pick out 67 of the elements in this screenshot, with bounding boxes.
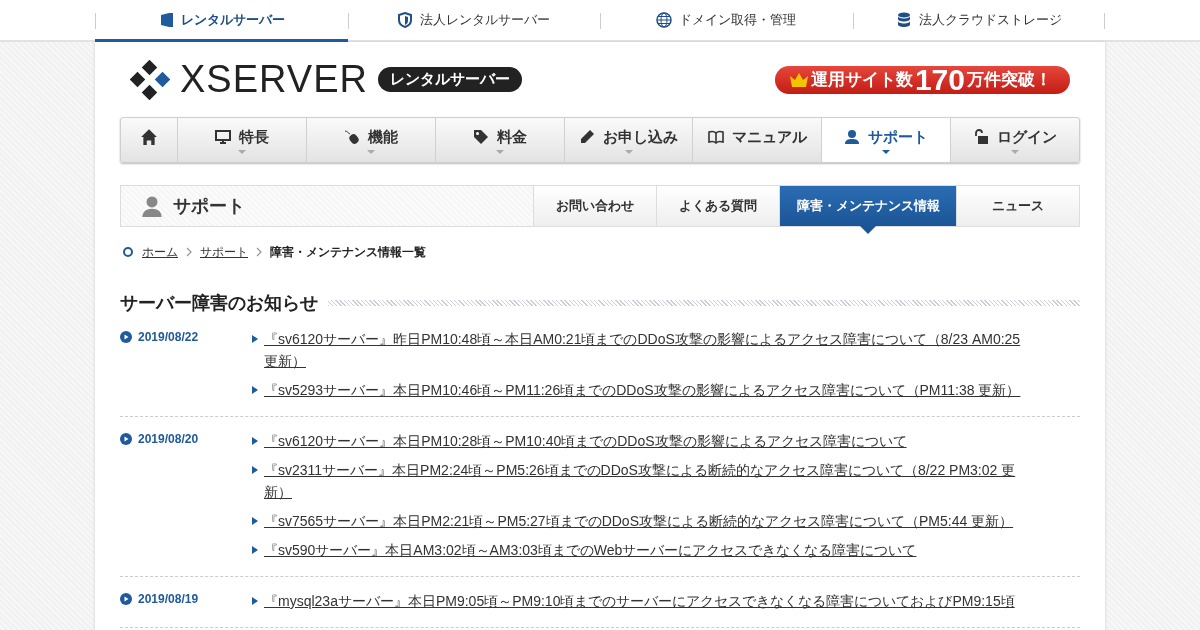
caret-icon <box>495 150 504 154</box>
shield-icon <box>397 11 414 28</box>
logo-text[interactable]: XSERVER <box>180 58 368 101</box>
triangle-icon <box>252 386 258 394</box>
monitor-icon <box>214 129 231 145</box>
nav-tab[interactable]: 料金 <box>434 118 564 162</box>
notice-link[interactable]: 『mysql23aサーバー』本日PM9:05頃～PM9:10頃までのサーバーにアクセスできなくなる障害についておよびPM9:15頃 <box>264 590 1034 612</box>
caret-icon <box>1011 150 1020 154</box>
breadcrumb-link[interactable]: ホーム <box>142 243 178 261</box>
chevron-icon <box>256 247 262 257</box>
site-tab[interactable]: ドメイン取得・管理 <box>600 0 853 42</box>
notice-link[interactable]: 『sv2311サーバー』本日PM2:24頃～PM5:26頃までのDDoS攻撃による断続的なアクセス障害について（8/22 PM3:02 更新） <box>264 459 1034 503</box>
promo-banner[interactable]: 運用サイト数 170万件突破！ <box>774 65 1070 94</box>
play-circle-icon <box>120 593 132 605</box>
site-tab[interactable]: 法人クラウドストレージ <box>852 0 1105 42</box>
mouse-icon <box>343 129 360 145</box>
triangle-icon <box>252 597 258 605</box>
person-icon <box>844 129 861 145</box>
product-badge: レンタルサーバー <box>377 67 522 92</box>
nav-tab[interactable]: 機能 <box>305 118 435 162</box>
notice-link[interactable]: 『sv590サーバー』本日AM3:02頃～AM3:03頃までのWebサーバーにアクセスできなくなる障害について <box>264 539 1034 561</box>
triangle-icon <box>252 466 258 474</box>
globe-icon <box>656 11 673 28</box>
book-icon <box>707 129 724 145</box>
pointer-icon <box>860 226 876 234</box>
triangle-icon <box>252 437 258 445</box>
section-tab[interactable]: ニュース <box>956 186 1079 226</box>
breadcrumb-current: 障害・メンテナンス情報一覧 <box>270 243 426 261</box>
chevron-icon <box>186 247 192 257</box>
caret-icon <box>624 150 633 154</box>
notice-link[interactable]: 『sv7565サーバー』本日PM2:21頃～PM5:27頃までのDDoS攻撃による断続的なアクセス障害について（PM5:44 更新） <box>264 510 1034 532</box>
site-tab[interactable]: 法人レンタルサーバー <box>347 0 600 42</box>
play-circle-icon <box>120 433 132 445</box>
person-icon <box>141 195 163 217</box>
breadcrumb-link[interactable]: サポート <box>200 243 248 261</box>
nav-tab[interactable]: お申し込み <box>563 118 693 162</box>
date-text: 2019/08/20 <box>138 431 199 448</box>
notice-link[interactable]: 『sv6120サーバー』昨日PM10:48頃～本日AM0:21頃までのDDoS攻撃の影響によるアクセス障害について（8/23 AM0:25 更新） <box>264 328 1034 372</box>
caret-icon <box>882 150 891 154</box>
promo-text: 万件突破！ <box>967 69 1052 91</box>
promo-text: 運用サイト数 <box>810 69 913 91</box>
caret-icon <box>366 150 375 154</box>
padlock-icon <box>973 129 990 145</box>
triangle-icon <box>252 546 258 554</box>
date-text: 2019/08/19 <box>138 591 199 608</box>
pencil-icon <box>579 129 595 145</box>
triangle-icon <box>252 335 258 343</box>
section-title: サポート <box>173 195 245 218</box>
database-icon <box>895 11 912 28</box>
diamond-logo-icon <box>130 59 170 100</box>
section-heading: サーバー障害のお知らせ <box>120 292 318 315</box>
promo-number: 170 <box>914 65 965 94</box>
triangle-icon <box>252 517 258 525</box>
nav-tab[interactable]: 特長 <box>177 118 306 162</box>
home-icon <box>140 128 158 146</box>
date-text: 2019/08/22 <box>138 329 199 346</box>
tag-icon <box>472 129 489 145</box>
notice-link[interactable]: 『sv6120サーバー』本日PM10:28頃～PM10:40頃までのDDoS攻撃の影響によるアクセス障害について <box>264 430 1034 452</box>
nav-tab[interactable]: サポート <box>821 118 951 162</box>
section-tab[interactable]: よくある質問 <box>656 186 779 226</box>
caret-icon <box>237 150 246 154</box>
crown-icon <box>788 71 809 88</box>
section-tab[interactable]: お問い合わせ <box>533 186 656 226</box>
ring-icon <box>122 246 134 258</box>
play-circle-icon <box>120 331 132 343</box>
nav-tab[interactable]: ログイン <box>950 118 1079 162</box>
notice-link[interactable]: 『sv5293サーバー』本日PM10:46頃～PM11:26頃までのDDoS攻撃の影響によるアクセス障害について（PM11:38 更新） <box>264 379 1034 401</box>
